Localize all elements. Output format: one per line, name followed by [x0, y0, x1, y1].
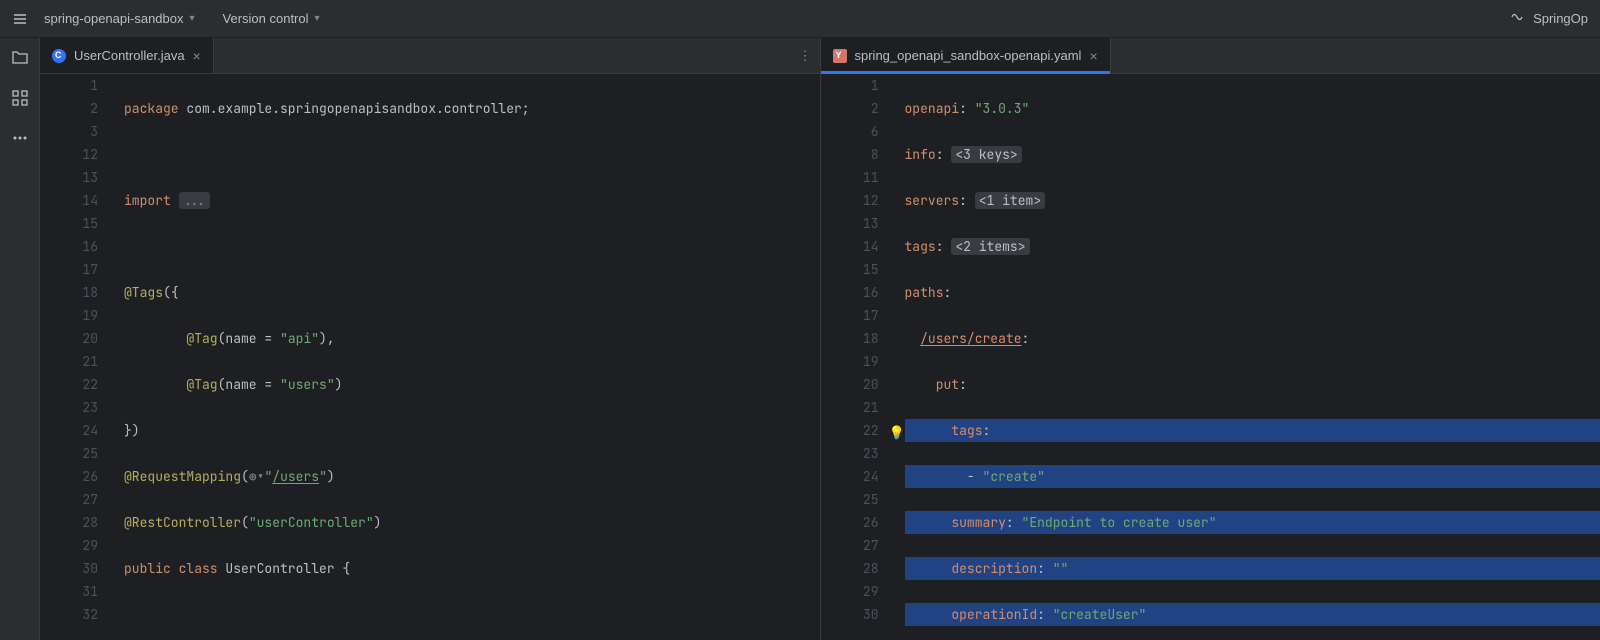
- editor-tabs-left: UserController.java × ⋮: [40, 38, 820, 74]
- version-control-menu[interactable]: Version control ▾: [215, 7, 328, 30]
- yaml-file-icon: [833, 49, 847, 63]
- left-tool-strip: [0, 38, 40, 640]
- more-tool-icon[interactable]: [6, 124, 34, 152]
- top-bar: spring-openapi-sandbox ▾ Version control…: [0, 0, 1600, 38]
- editor-pane-right: spring_openapi_sandbox-openapi.yaml × 1 …: [821, 38, 1600, 640]
- chevron-down-icon: ▾: [315, 13, 320, 24]
- structure-tool-icon[interactable]: [6, 84, 34, 112]
- close-icon[interactable]: ×: [193, 49, 201, 63]
- tab-usercontroller[interactable]: UserController.java ×: [40, 38, 214, 73]
- main-menu-icon[interactable]: [8, 7, 32, 31]
- gutter-left: 1 2 3 12 13 14 15 16 17 18 19 20 21 22 2…: [40, 74, 120, 640]
- code-editor-right[interactable]: 1 2 6 8 11 12 13 14 15 16 17 18 19 20 21…: [821, 74, 1600, 640]
- run-config-name[interactable]: SpringOp: [1533, 11, 1588, 26]
- project-tool-icon[interactable]: [6, 44, 34, 72]
- editor-tabs-right: spring_openapi_sandbox-openapi.yaml ×: [821, 38, 1600, 74]
- java-class-icon: [52, 49, 66, 63]
- code-editor-left[interactable]: ✓ 1 2 3 12 13 14 15 16 17 18 19 20 21 22: [40, 74, 820, 640]
- tab-label: UserController.java: [74, 48, 185, 63]
- tab-more-icon[interactable]: ⋮: [799, 38, 820, 73]
- project-name: spring-openapi-sandbox: [44, 11, 183, 26]
- code-content-left[interactable]: package com.example.springopenapisandbox…: [120, 74, 820, 640]
- code-content-right[interactable]: openapi: "3.0.3" info: <3 keys> servers:…: [901, 74, 1600, 640]
- version-control-label: Version control: [223, 11, 309, 26]
- gutter-right: 1 2 6 8 11 12 13 14 15 16 17 18 19 20 21…: [821, 74, 901, 640]
- run-config-icon[interactable]: [1509, 9, 1525, 28]
- chevron-down-icon: ▾: [189, 13, 194, 24]
- tab-label: spring_openapi_sandbox-openapi.yaml: [855, 48, 1082, 63]
- tab-openapi-yaml[interactable]: spring_openapi_sandbox-openapi.yaml ×: [821, 38, 1111, 73]
- editor-pane-left: UserController.java × ⋮ ✓ 1 2 3 12 13 14…: [40, 38, 821, 640]
- project-selector[interactable]: spring-openapi-sandbox ▾: [36, 7, 203, 30]
- intention-bulb-icon[interactable]: 💡: [889, 421, 905, 444]
- close-icon[interactable]: ×: [1089, 49, 1097, 63]
